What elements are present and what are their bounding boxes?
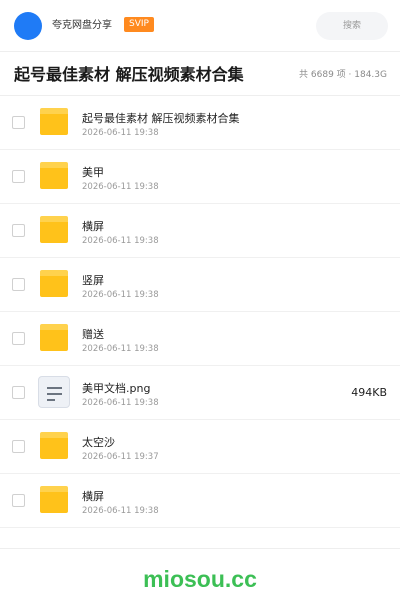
page-title: 起号最佳素材 解压视频素材合集 — [14, 65, 244, 84]
folder-icon — [40, 432, 68, 459]
folder-icon — [40, 108, 68, 135]
folder-icon — [40, 324, 68, 351]
select-checkbox[interactable] — [12, 332, 25, 345]
item-name: 横屏 — [82, 220, 104, 233]
item-date: 2026-06-11 19:37 — [82, 452, 159, 462]
folder-header: 起号最佳素材 解压视频素材合集 共 6689 项 · 184.3G — [0, 52, 400, 96]
item-name: 美甲文档.png — [82, 382, 151, 395]
footer-divider — [0, 548, 400, 549]
item-date: 2026-06-11 19:38 — [82, 398, 159, 408]
select-checkbox[interactable] — [12, 386, 25, 399]
item-date: 2026-06-11 19:38 — [82, 506, 159, 516]
list-item[interactable]: 横屏 2026-06-11 19:38 — [0, 204, 400, 258]
top-bar: 夸克网盘分享 SVIP 搜索 — [0, 0, 400, 52]
select-checkbox[interactable] — [12, 116, 25, 129]
select-checkbox[interactable] — [12, 224, 25, 237]
item-date: 2026-06-11 19:38 — [82, 344, 159, 354]
item-date: 2026-06-11 19:38 — [82, 236, 159, 246]
item-date: 2026-06-11 19:38 — [82, 128, 159, 138]
item-name: 起号最佳素材 解压视频素材合集 — [82, 112, 240, 125]
svip-badge: SVIP — [124, 17, 154, 32]
avatar[interactable] — [14, 12, 42, 40]
folder-stats: 共 6689 项 · 184.3G — [299, 70, 387, 80]
list-item[interactable]: 赠送 2026-06-11 19:38 — [0, 312, 400, 366]
folder-icon — [40, 162, 68, 189]
item-name: 美甲 — [82, 166, 104, 179]
select-checkbox[interactable] — [12, 278, 25, 291]
search-button[interactable]: 搜索 — [316, 12, 388, 40]
item-name: 赠送 — [82, 328, 104, 341]
item-name: 太空沙 — [82, 436, 115, 449]
item-name: 竖屏 — [82, 274, 104, 287]
list-item[interactable]: 竖屏 2026-06-11 19:38 — [0, 258, 400, 312]
item-name: 横屏 — [82, 490, 104, 503]
select-checkbox[interactable] — [12, 494, 25, 507]
folder-icon — [40, 486, 68, 513]
list-item[interactable]: 美甲 2026-06-11 19:38 — [0, 150, 400, 204]
item-date: 2026-06-11 19:38 — [82, 290, 159, 300]
watermark: miosou.cc — [143, 566, 257, 592]
list-item[interactable]: 横屏 2026-06-11 19:38 — [0, 474, 400, 528]
item-size: 494KB — [351, 386, 387, 399]
folder-icon — [40, 270, 68, 297]
select-checkbox[interactable] — [12, 440, 25, 453]
select-checkbox[interactable] — [12, 170, 25, 183]
user-name: 夸克网盘分享 — [52, 20, 112, 31]
item-date: 2026-06-11 19:38 — [82, 182, 159, 192]
document-icon — [38, 376, 70, 408]
list-item[interactable]: 起号最佳素材 解压视频素材合集 2026-06-11 19:38 — [0, 96, 400, 150]
list-item[interactable]: 美甲文档.png 2026-06-11 19:38 494KB — [0, 366, 400, 420]
list-item[interactable]: 太空沙 2026-06-11 19:37 — [0, 420, 400, 474]
file-list: 起号最佳素材 解压视频素材合集 2026-06-11 19:38 美甲 2026… — [0, 96, 400, 528]
folder-icon — [40, 216, 68, 243]
